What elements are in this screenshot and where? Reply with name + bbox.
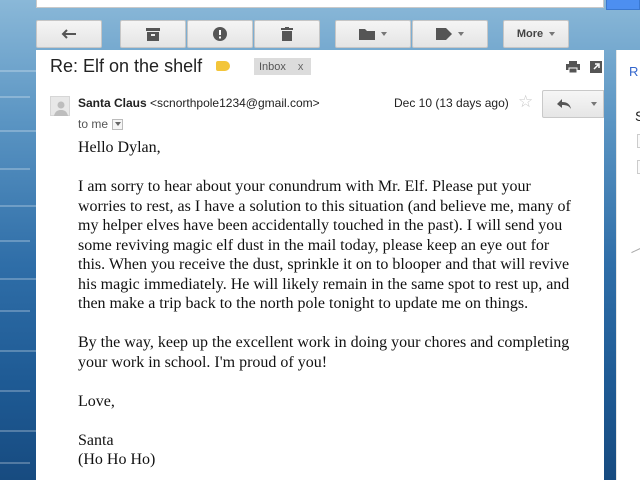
email-subject: Re: Elf on the shelf <box>50 56 203 76</box>
reply-icon <box>557 99 571 109</box>
sea-wave <box>0 130 36 132</box>
avatar[interactable] <box>50 96 70 116</box>
sea-wave <box>0 96 30 98</box>
importance-marker-icon[interactable] <box>216 61 230 71</box>
show-details-button[interactable] <box>112 118 124 130</box>
sender-name: Santa Claus <box>78 96 147 110</box>
message-header: Santa Claus <scnorthpole1234@gmail.com> … <box>36 90 604 136</box>
report-spam-icon <box>213 27 227 41</box>
message-date: Dec 10 (13 days ago) <box>394 96 509 110</box>
sea-wave <box>0 278 36 280</box>
new-window-icon[interactable] <box>590 60 602 78</box>
recipient-text: to me <box>78 117 109 131</box>
more-label: More <box>516 28 544 40</box>
sender-email: <scnorthpole1234@gmail.com> <box>150 96 320 110</box>
back-arrow-icon <box>61 29 76 39</box>
message-body: Hello Dylan, I am sorry to hear about yo… <box>78 138 578 480</box>
side-panel-link[interactable]: R <box>629 64 638 79</box>
sea-wave <box>0 205 36 207</box>
chevron-down-icon <box>549 32 556 36</box>
sign-off: Love, <box>78 392 115 410</box>
chevron-down-icon <box>591 102 597 106</box>
inbox-label-text: Inbox <box>259 60 286 73</box>
back-to-inbox-button[interactable] <box>36 20 102 48</box>
message-pane: Re: Elf on the shelf Inbox x Santa Claus… <box>36 50 604 480</box>
sea-wave <box>0 168 30 170</box>
sea-wave <box>0 430 36 432</box>
sea-wave <box>0 390 30 392</box>
sea-wave <box>0 70 36 72</box>
sea-wave <box>0 240 30 242</box>
greeting: Hello Dylan, <box>78 139 161 156</box>
star-icon[interactable]: ☆ <box>518 92 533 112</box>
label-tag-icon <box>436 28 452 40</box>
subject-row: Re: Elf on the shelf Inbox x <box>36 50 604 84</box>
recipient-line: to me <box>78 117 124 131</box>
sea-wave <box>0 462 30 464</box>
chevron-down-icon <box>114 122 121 126</box>
print-icon[interactable] <box>566 60 580 78</box>
chevron-down-icon <box>381 32 387 36</box>
body-paragraph: I am sorry to hear about your conundrum … <box>78 178 571 312</box>
move-to-button[interactable] <box>335 20 411 48</box>
search-input[interactable] <box>36 0 604 8</box>
side-panel-heading: S <box>635 108 640 124</box>
folder-icon <box>359 29 375 40</box>
remove-label-icon[interactable]: x <box>298 61 304 73</box>
sea-wave <box>0 310 30 312</box>
reply-button[interactable] <box>542 90 586 118</box>
sea-wave <box>0 350 36 352</box>
labels-button[interactable] <box>412 20 488 48</box>
body-paragraph: By the way, keep up the excellent work i… <box>78 334 570 371</box>
archive-button[interactable] <box>120 20 186 48</box>
archive-icon <box>146 27 160 41</box>
sender[interactable]: Santa Claus <scnorthpole1234@gmail.com> <box>78 96 320 110</box>
side-panel-divider <box>631 247 640 254</box>
search-button[interactable] <box>606 0 640 10</box>
side-panel: R S <box>616 50 640 480</box>
signature: Santa (Ho Ho Ho) <box>78 431 156 469</box>
toolbar: More <box>0 14 640 52</box>
message-more-button[interactable] <box>585 90 604 118</box>
chevron-down-icon <box>458 32 464 36</box>
inbox-label-chip[interactable]: Inbox x <box>254 58 311 75</box>
more-button[interactable]: More <box>503 20 569 48</box>
report-spam-button[interactable] <box>187 20 253 48</box>
trash-icon <box>281 27 293 41</box>
delete-button[interactable] <box>254 20 320 48</box>
